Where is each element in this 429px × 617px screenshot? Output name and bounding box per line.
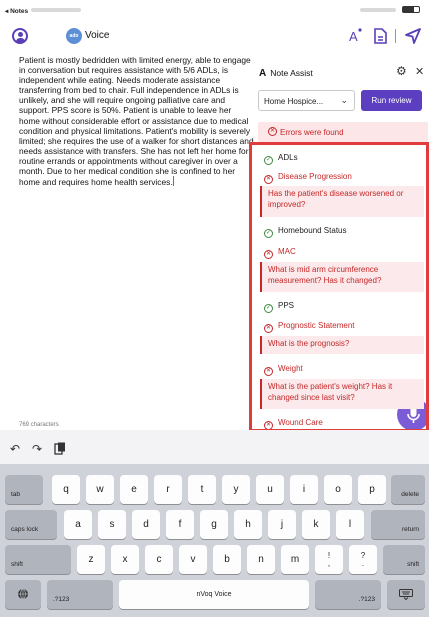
globe-key[interactable] bbox=[5, 580, 41, 609]
key-z[interactable]: z bbox=[77, 545, 105, 574]
app-toolbar: ado Voice A bbox=[0, 20, 429, 52]
chevron-down-icon: ⌄ bbox=[340, 95, 348, 105]
paste-icon[interactable] bbox=[54, 442, 66, 458]
shift-left-key[interactable]: shift bbox=[5, 545, 71, 574]
document-icon[interactable] bbox=[370, 26, 390, 46]
key-m[interactable]: m bbox=[281, 545, 309, 574]
key-q[interactable]: q bbox=[52, 475, 80, 504]
keyboard-dismiss-icon bbox=[399, 589, 413, 601]
key-j[interactable]: j bbox=[268, 510, 296, 539]
blurred-time bbox=[31, 8, 81, 12]
toolbar-divider bbox=[395, 29, 396, 43]
key-y[interactable]: y bbox=[222, 475, 250, 504]
key-v[interactable]: v bbox=[179, 545, 207, 574]
redo-icon[interactable]: ↷ bbox=[32, 442, 42, 456]
key-e[interactable]: e bbox=[120, 475, 148, 504]
template-select[interactable]: Home Hospice... ⌄ bbox=[258, 90, 355, 111]
battery-icon bbox=[402, 6, 420, 13]
key-o[interactable]: o bbox=[324, 475, 352, 504]
key-g[interactable]: g bbox=[200, 510, 228, 539]
key-r[interactable]: r bbox=[154, 475, 182, 504]
key-u[interactable]: u bbox=[256, 475, 284, 504]
tab-key[interactable]: tab bbox=[5, 475, 43, 504]
character-count: 769 characters bbox=[19, 422, 59, 428]
note-text-area[interactable]: Patient is mostly bedridden with limited… bbox=[19, 55, 254, 187]
return-key[interactable]: return bbox=[371, 510, 425, 539]
note-assist-title-icon: A bbox=[259, 68, 267, 79]
run-review-button[interactable]: Run review bbox=[361, 90, 422, 111]
panel-title: A Note Assist bbox=[259, 68, 313, 79]
shift-right-key[interactable]: shift bbox=[383, 545, 425, 574]
key-h[interactable]: h bbox=[234, 510, 262, 539]
caps-lock-key[interactable]: caps lock bbox=[5, 510, 57, 539]
key-a[interactable]: a bbox=[64, 510, 92, 539]
key-b[interactable]: b bbox=[213, 545, 241, 574]
numbers-key-left[interactable]: .?123 bbox=[47, 580, 113, 609]
user-icon[interactable] bbox=[12, 28, 28, 44]
key-exclamation-comma[interactable]: !, bbox=[315, 545, 343, 574]
key-l[interactable]: l bbox=[336, 510, 364, 539]
key-c[interactable]: c bbox=[145, 545, 173, 574]
voice-logo-icon: ado bbox=[66, 28, 82, 44]
key-t[interactable]: t bbox=[188, 475, 216, 504]
globe-icon bbox=[18, 588, 28, 600]
numbers-key-right[interactable]: .?123 bbox=[315, 580, 381, 609]
note-assist-icon[interactable]: A bbox=[345, 26, 365, 46]
errors-banner: ✕ Errors were found bbox=[258, 122, 428, 142]
keyboard-shortcut-bar: ↶ ↷ bbox=[0, 430, 429, 464]
key-f[interactable]: f bbox=[166, 510, 194, 539]
delete-key[interactable]: delete bbox=[391, 475, 425, 504]
key-w[interactable]: w bbox=[86, 475, 114, 504]
back-to-notes-link[interactable]: ◂ Notes bbox=[5, 7, 28, 15]
undo-icon[interactable]: ↶ bbox=[10, 442, 20, 456]
template-select-value: Home Hospice... bbox=[264, 97, 324, 106]
note-text: Patient is mostly bedridden with limited… bbox=[19, 55, 254, 188]
key-k[interactable]: k bbox=[302, 510, 330, 539]
gear-icon[interactable]: ⚙ bbox=[396, 64, 407, 78]
highlight-box bbox=[249, 142, 429, 432]
space-bar[interactable]: nVoq Voice bbox=[119, 580, 309, 609]
app-title: Voice bbox=[85, 30, 110, 41]
key-s[interactable]: s bbox=[98, 510, 126, 539]
blurred-status-icons bbox=[360, 8, 396, 12]
svg-text:A: A bbox=[349, 29, 358, 44]
key-d[interactable]: d bbox=[132, 510, 160, 539]
error-icon: ✕ bbox=[268, 127, 277, 136]
onscreen-keyboard: ↶ ↷ tab q w e r t y u i o p delete caps … bbox=[0, 430, 429, 617]
text-cursor bbox=[172, 176, 174, 187]
status-bar: ◂ Notes bbox=[0, 0, 429, 20]
send-icon[interactable] bbox=[403, 26, 423, 46]
keyboard-dismiss-key[interactable] bbox=[387, 580, 425, 609]
close-icon[interactable]: ✕ bbox=[415, 65, 424, 78]
key-i[interactable]: i bbox=[290, 475, 318, 504]
key-n[interactable]: n bbox=[247, 545, 275, 574]
key-x[interactable]: x bbox=[111, 545, 139, 574]
key-question-period[interactable]: ?. bbox=[349, 545, 377, 574]
key-p[interactable]: p bbox=[358, 475, 386, 504]
